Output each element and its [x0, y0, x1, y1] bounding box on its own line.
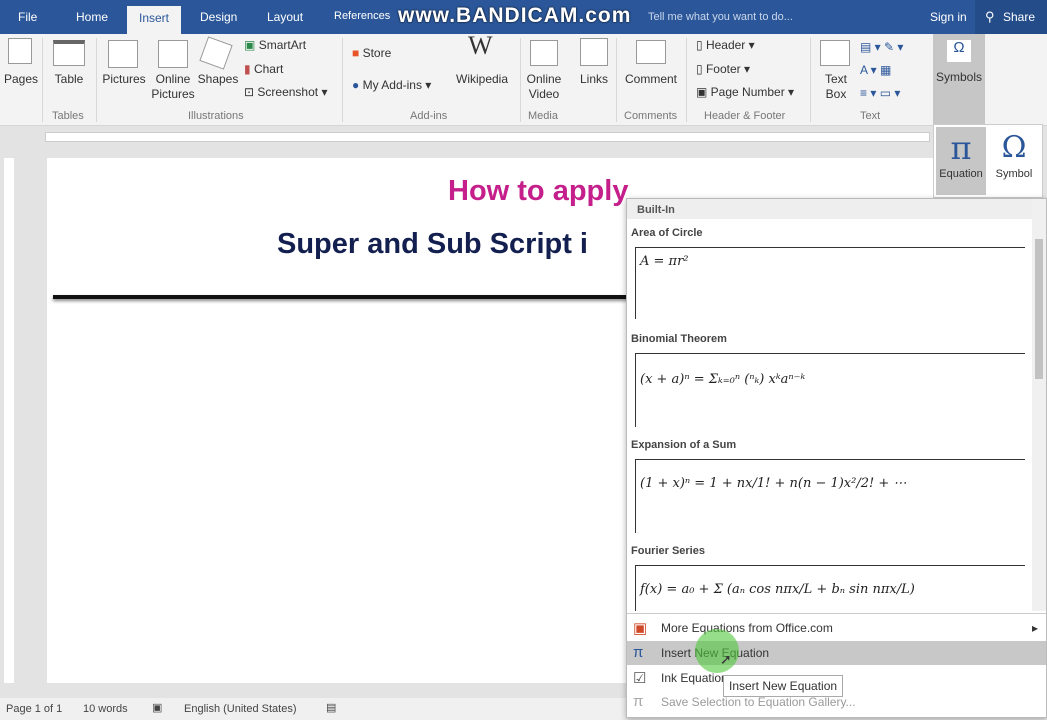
equation-name: Binomial Theorem — [631, 333, 727, 345]
title-bar: File Home Insert Design Layout Reference… — [0, 0, 1047, 34]
online-pictures-button[interactable]: Online Pictures — [150, 72, 196, 102]
equation-item[interactable]: (x + a)ⁿ = Σₖ₌₀ⁿ (ⁿₖ) xᵏaⁿ⁻ᵏ — [635, 353, 1025, 427]
tab-insert[interactable]: Insert — [127, 6, 182, 34]
addins-icon: ● — [352, 78, 360, 92]
online-video-button[interactable]: Online Video — [522, 72, 566, 102]
links-icon — [580, 38, 608, 66]
page-count[interactable]: Page 1 of 1 — [6, 703, 62, 715]
shapes-icon — [199, 36, 233, 70]
save-equation-icon: π — [633, 693, 644, 710]
tab-layout[interactable]: Layout — [267, 10, 303, 24]
table-button[interactable]: Table — [48, 72, 90, 87]
online-video-icon — [530, 40, 558, 66]
wikipedia-icon: W — [468, 31, 493, 60]
store-icon: ■ — [352, 46, 360, 60]
pi-icon: π — [633, 644, 644, 661]
equation-item[interactable]: f(x) = a₀ + Σ (aₙ cos nπx/L + bₙ sin nπx… — [635, 565, 1025, 611]
equation-item[interactable]: A = πr² — [635, 247, 1025, 319]
equation-button[interactable]: π Equation — [936, 127, 986, 195]
chart-button[interactable]: ▮ Chart — [244, 62, 283, 77]
office-icon: ▣ — [633, 620, 648, 637]
tooltip: Insert New Equation — [723, 675, 844, 697]
scrollbar-thumb[interactable] — [1035, 239, 1043, 379]
proofing-icon[interactable]: ▣ — [152, 701, 162, 714]
omega-icon: Ω — [947, 40, 971, 62]
vertical-ruler — [4, 158, 14, 683]
tell-me-input[interactable]: Tell me what you want to do... — [648, 11, 793, 23]
sign-in-link[interactable]: Sign in — [930, 10, 967, 24]
tab-references[interactable]: References — [334, 10, 390, 22]
language[interactable]: English (United States) — [184, 703, 297, 715]
document-subtitle: Super and Sub Script i — [277, 228, 588, 260]
gallery-scrollbar[interactable] — [1032, 199, 1046, 611]
share-button[interactable]: ⚲ Share — [975, 0, 1047, 34]
text-tools-icons[interactable]: ▤ ▾ ✎ ▾ A ▾ ▦ ≡ ▾ ▭ ▾ — [860, 36, 903, 105]
table-icon — [53, 40, 85, 66]
group-tables: Tables — [52, 110, 84, 122]
pictures-button[interactable]: Pictures — [100, 72, 148, 87]
equation-name: Fourier Series — [631, 545, 705, 557]
symbols-label: Symbols — [935, 70, 982, 84]
submenu-arrow-icon: ▸ — [1031, 621, 1038, 635]
page-number-button[interactable]: ▣ Page Number ▾ — [696, 85, 794, 100]
comment-icon — [636, 40, 666, 64]
smartart-button[interactable]: ▣ SmartArt — [244, 38, 306, 53]
watermark: www.BANDICAM.com — [398, 4, 632, 27]
group-media: Media — [528, 110, 558, 122]
ribbon: Pages Table Tables Pictures Online Pictu… — [0, 31, 1047, 126]
group-addins: Add-ins — [410, 110, 448, 122]
horizontal-line — [53, 295, 633, 299]
tab-file[interactable]: File — [18, 10, 37, 24]
smartart-icon: ▣ — [244, 38, 256, 52]
more-equations-menu-item[interactable]: ▣ More Equations from Office.com ▸ — [627, 616, 1046, 640]
share-label: Share — [1003, 10, 1036, 24]
equation-item[interactable]: (1 + x)ⁿ = 1 + nx/1! + n(n − 1)x²/2! + ⋯ — [635, 459, 1025, 533]
symbol-label: Symbol — [995, 168, 1033, 180]
pictures-icon — [108, 40, 138, 68]
group-header-footer: Header & Footer — [704, 110, 786, 122]
wikipedia-button[interactable]: Wikipedia — [456, 72, 508, 87]
shapes-button[interactable]: Shapes — [196, 72, 240, 87]
equation-gallery: Built-In Area of Circle A = πr² Binomial… — [626, 198, 1047, 718]
group-text: Text — [860, 110, 881, 122]
text-box-icon — [820, 40, 850, 66]
word-count[interactable]: 10 words — [83, 703, 128, 715]
header-button[interactable]: ▯ Header ▾ — [696, 38, 755, 53]
group-illustrations: Illustrations — [188, 110, 244, 122]
pages-button[interactable]: Pages — [2, 72, 40, 87]
symbols-button[interactable]: Ω Symbols — [933, 34, 985, 124]
insert-new-equation-menu-item[interactable]: πInsert New Equation — [627, 641, 1046, 665]
gallery-section-header: Built-In — [627, 199, 1032, 219]
pages-icon — [8, 38, 32, 64]
tab-design[interactable]: Design — [200, 10, 237, 24]
pi-icon: π — [950, 129, 972, 167]
symbol-button[interactable]: Ω Symbol — [988, 127, 1040, 195]
comment-button[interactable]: Comment — [620, 72, 682, 87]
links-button[interactable]: Links — [576, 72, 612, 87]
macro-icon[interactable]: ▤ — [326, 701, 336, 714]
person-icon: ⚲ — [985, 9, 995, 24]
symbols-dropdown: π Equation Ω Symbol — [933, 124, 1043, 198]
document-title: How to apply — [448, 175, 629, 207]
online-pictures-icon — [158, 40, 188, 68]
group-comments: Comments — [624, 110, 678, 122]
my-addins-button[interactable]: ● My Add-ins ▾ — [352, 78, 431, 93]
horizontal-ruler[interactable] — [45, 132, 930, 142]
ink-icon: ☑ — [633, 670, 647, 687]
text-box-button[interactable]: Text Box — [816, 72, 856, 102]
equation-label: Equation — [939, 168, 983, 180]
screenshot-button[interactable]: ⊡ Screenshot ▾ — [244, 85, 327, 100]
menu-divider — [627, 613, 1046, 614]
footer-button[interactable]: ▯ Footer ▾ — [696, 62, 750, 77]
screenshot-icon: ⊡ — [244, 85, 255, 99]
tab-home[interactable]: Home — [76, 10, 108, 24]
omega-icon: Ω — [1001, 130, 1027, 165]
chart-icon: ▮ — [244, 62, 251, 76]
store-button[interactable]: ■ Store — [352, 46, 391, 61]
equation-name: Area of Circle — [631, 227, 703, 239]
mouse-cursor-icon: ➚ — [720, 651, 732, 667]
cursor-highlight — [695, 629, 739, 673]
equation-name: Expansion of a Sum — [631, 439, 737, 451]
